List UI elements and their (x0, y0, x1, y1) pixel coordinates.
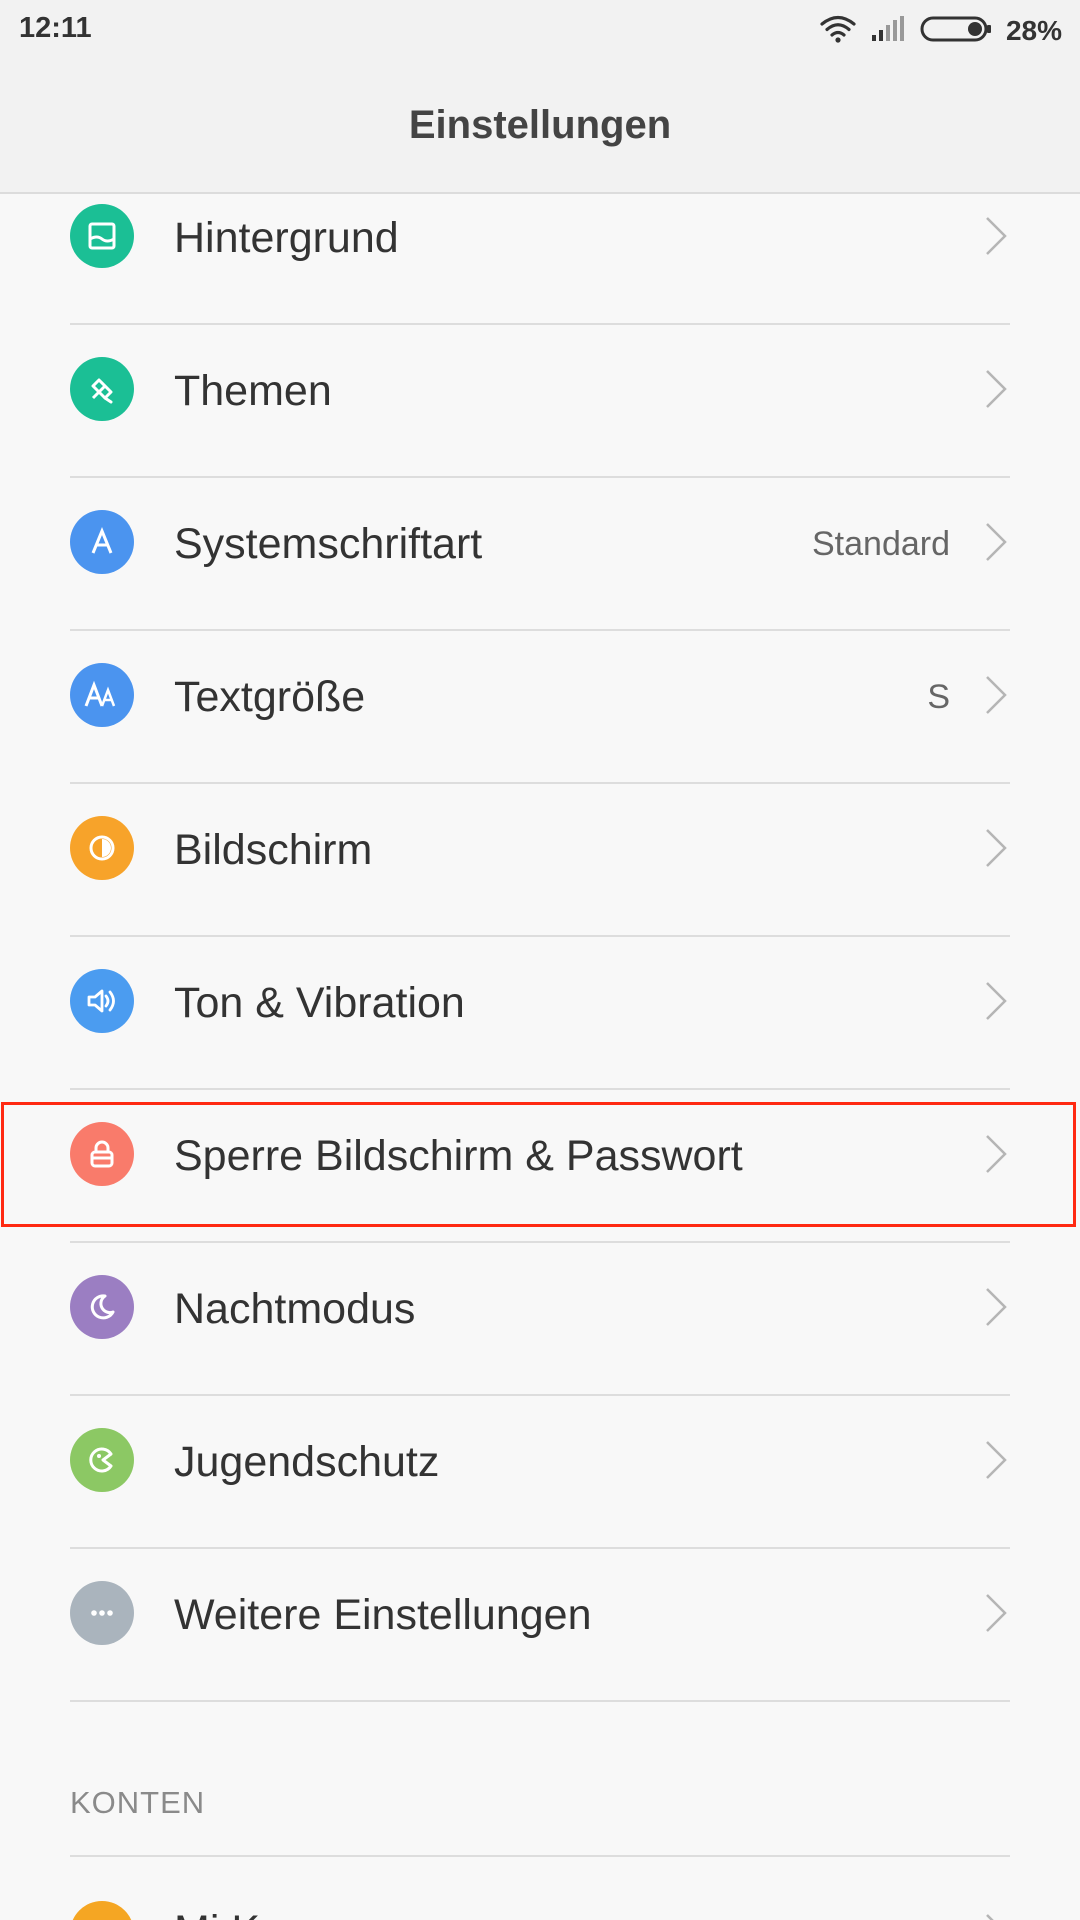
font-icon (70, 510, 134, 574)
battery-percentage: 28% (1005, 15, 1062, 46)
settings-item-label: Systemschriftart (174, 520, 483, 568)
status-bar: 12:11 28% (0, 0, 1080, 62)
settings-item-sound[interactable]: Ton & Vibration (0, 936, 1080, 1089)
display-icon (70, 816, 134, 880)
chevron-right-icon (986, 1914, 994, 1920)
wallpaper-icon (70, 204, 134, 268)
page-title: Einstellungen (408, 103, 672, 147)
settings-item-system-font[interactable]: Systemschriftart Standard (0, 477, 1080, 630)
settings-item-label: Nachtmodus (174, 1285, 416, 1333)
brush-icon (70, 357, 134, 421)
highlight-box (1, 1102, 1076, 1227)
chevron-right-icon (986, 523, 1007, 561)
wifi-icon (820, 15, 856, 48)
settings-item-label: Ton & Vibration (174, 979, 465, 1027)
settings-item-label: Bildschirm (174, 826, 373, 874)
settings-item-label: Mi K (174, 1907, 260, 1920)
settings-item-more-settings[interactable]: Weitere Einstellungen (0, 1548, 1080, 1701)
battery-icon (920, 15, 992, 48)
section-header-accounts: KONTEN (70, 1785, 206, 1820)
status-time: 12:11 (19, 12, 92, 44)
chevron-right-icon (986, 1594, 1007, 1632)
settings-item-label: Textgröße (174, 673, 366, 721)
moon-icon (70, 1275, 134, 1339)
settings-item-value: Standard (812, 525, 950, 563)
text-size-icon (70, 663, 134, 727)
chevron-right-icon (986, 1441, 1007, 1479)
settings-item-night-mode[interactable]: Nachtmodus (0, 1242, 1080, 1395)
chevron-right-icon (986, 1288, 1007, 1326)
status-icons: 28% (820, 10, 1062, 52)
settings-item-label: Themen (174, 367, 332, 415)
speaker-icon (70, 969, 134, 1033)
child-icon (70, 1428, 134, 1492)
chevron-right-icon (986, 676, 1007, 714)
settings-item-text-size[interactable]: Textgröße S (0, 630, 1080, 783)
mi-account-icon (70, 1901, 134, 1920)
app-bar: Einstellungen (0, 62, 1080, 194)
settings-item-display[interactable]: Bildschirm (0, 783, 1080, 936)
settings-item-mi-account[interactable]: Mi K (0, 1857, 1080, 1920)
divider (70, 1700, 1010, 1702)
settings-item-parental-control[interactable]: Jugendschutz (0, 1395, 1080, 1548)
chevron-right-icon (986, 829, 1007, 867)
chevron-right-icon (986, 982, 1007, 1020)
more-icon (70, 1581, 134, 1645)
settings-item-label: Jugendschutz (174, 1438, 440, 1486)
settings-item-label: Weitere Einstellungen (174, 1591, 592, 1639)
chevron-right-icon (986, 217, 1007, 255)
signal-icon (870, 15, 906, 48)
settings-item-themes[interactable]: Themen (0, 324, 1080, 477)
settings-item-value: S (927, 678, 950, 716)
chevron-right-icon (986, 370, 1007, 408)
settings-item-label: Hintergrund (174, 214, 399, 262)
